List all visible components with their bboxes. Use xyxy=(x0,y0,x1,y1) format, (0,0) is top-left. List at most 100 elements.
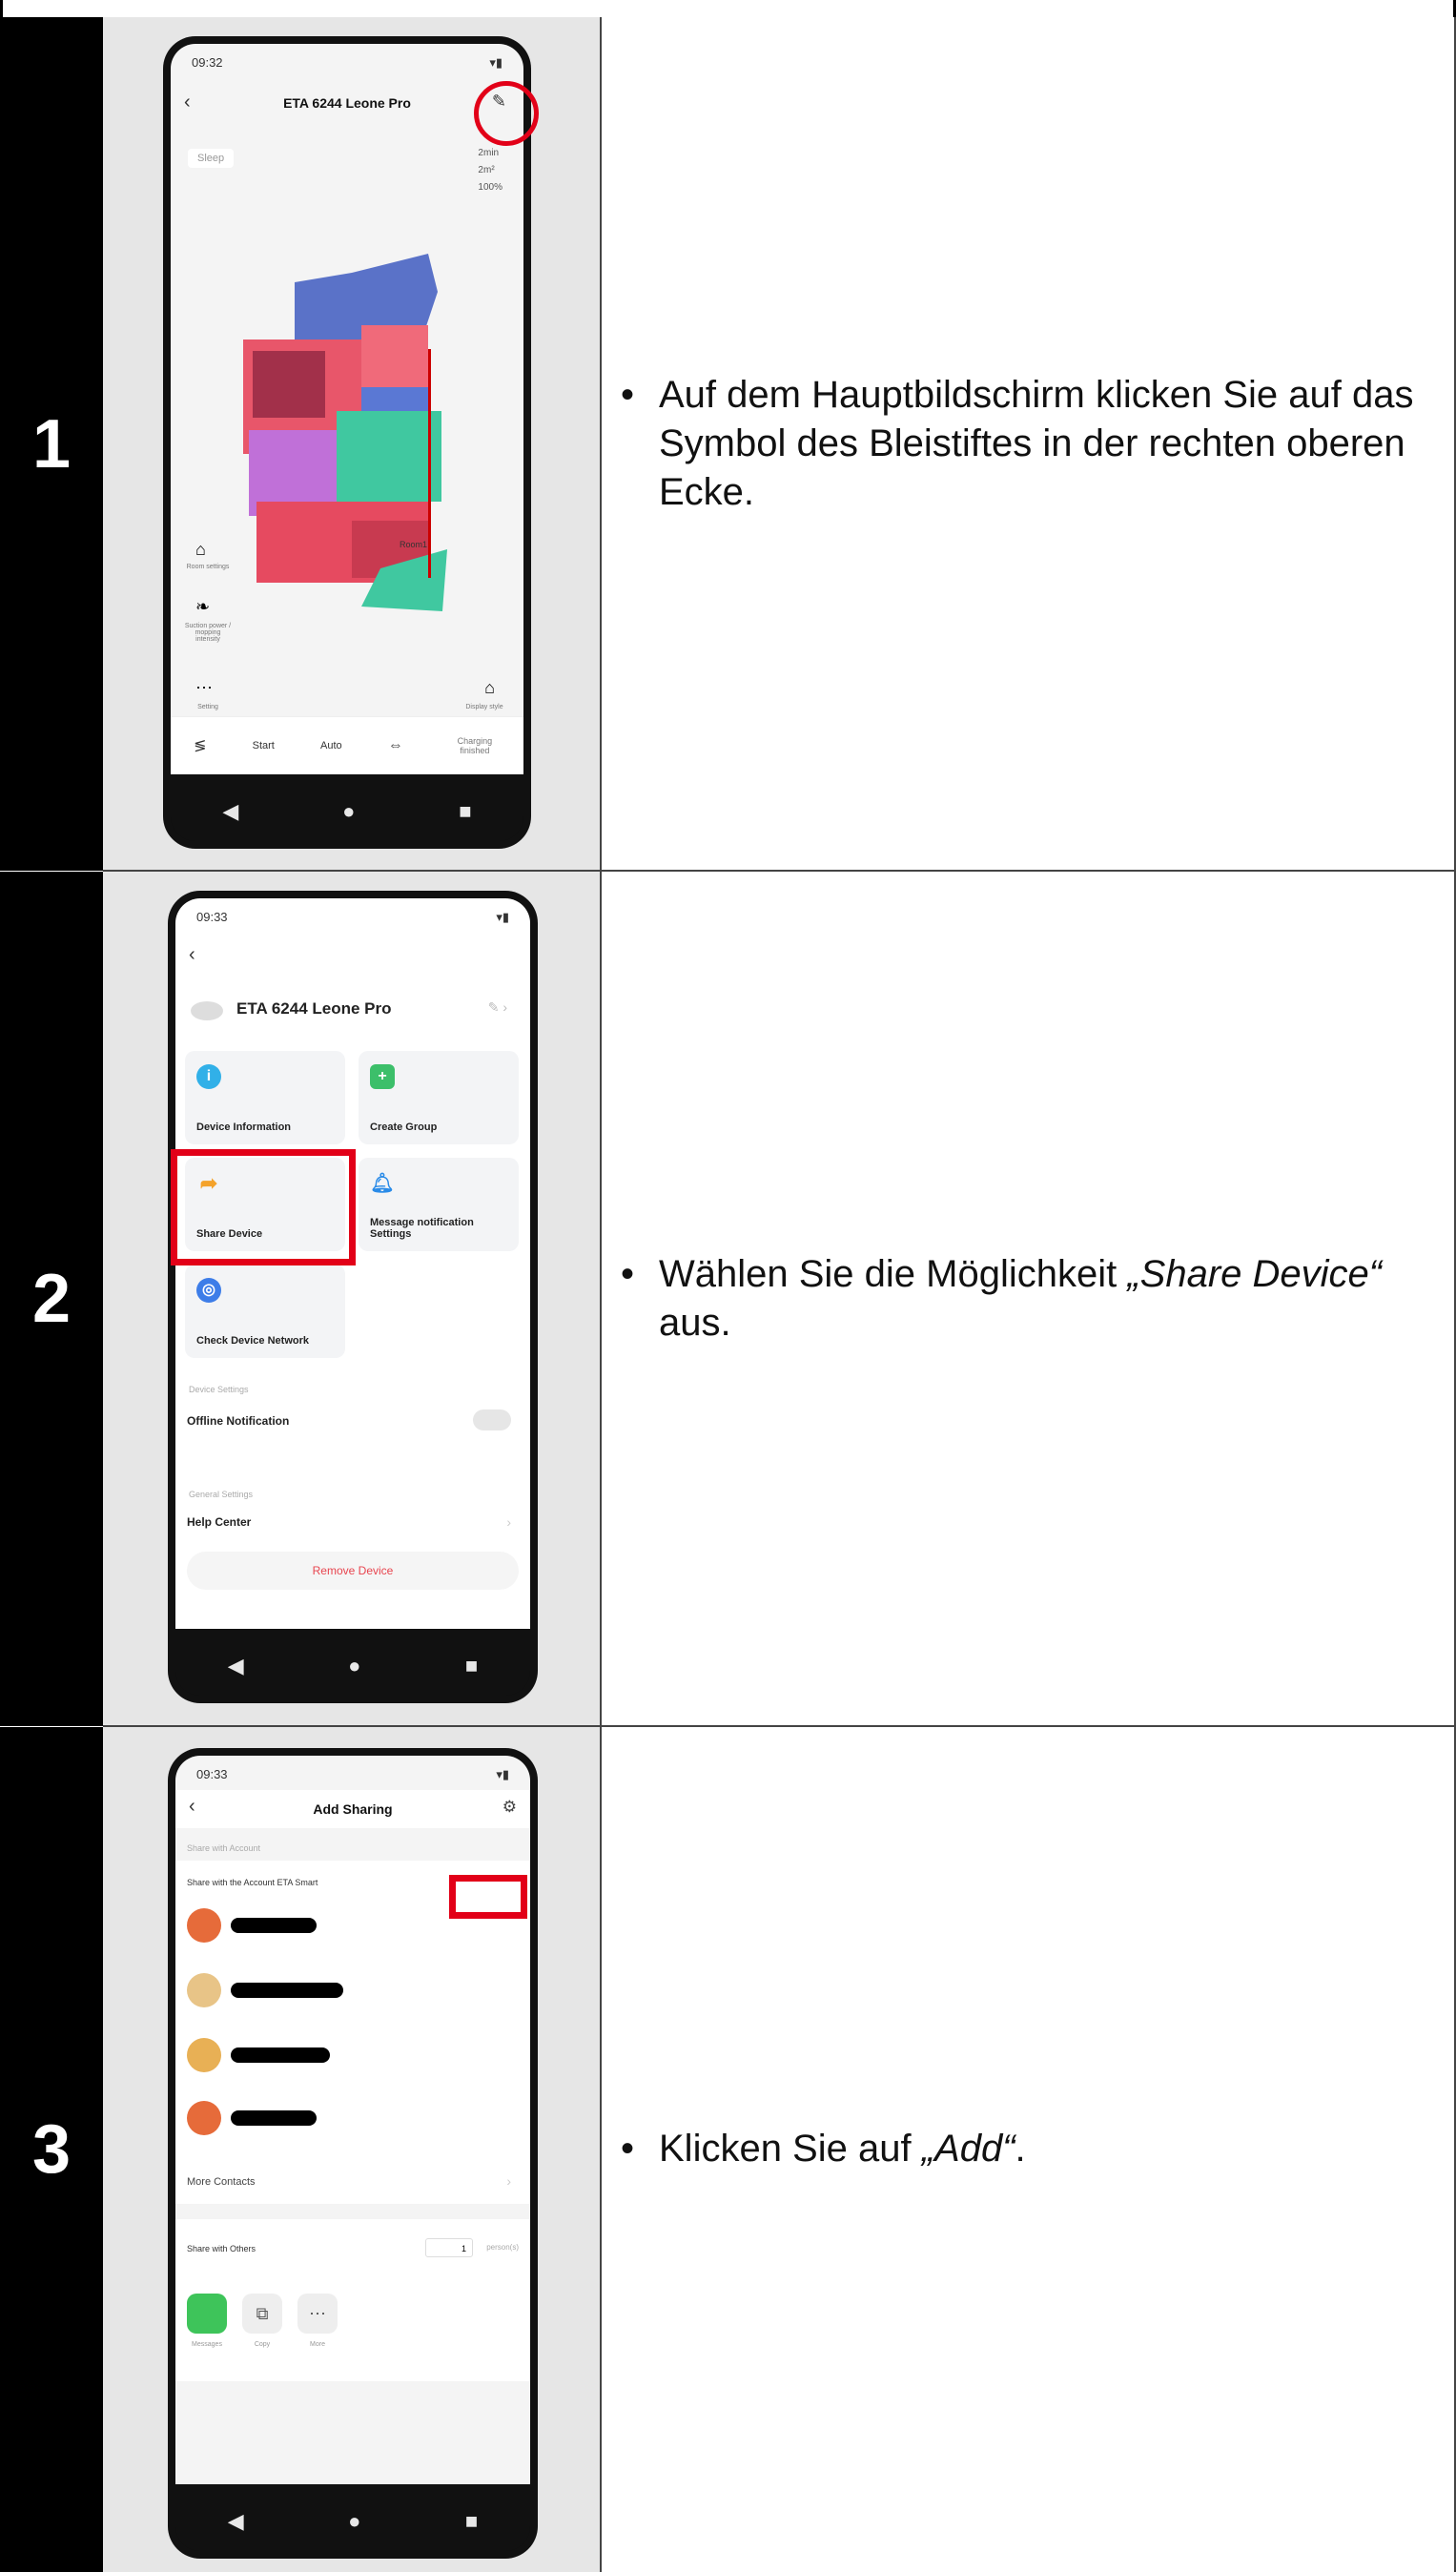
offline-notification-row[interactable]: Offline Notification xyxy=(187,1409,519,1442)
display-style-label: Display style xyxy=(465,704,503,710)
step-row-1: 1 09:32 ▾▮ ‹ ETA 6244 Leone Pro ✎ Sleep 2… xyxy=(0,17,1456,871)
settings-icon[interactable]: ⚙ xyxy=(502,1798,517,1817)
instruction: • Auf dem Hauptbildschirm klicken Sie au… xyxy=(602,371,1454,518)
info-icon: i xyxy=(196,1064,221,1089)
status-time: 09:33 xyxy=(196,1767,228,1781)
display-style-icon[interactable]: ⌂ xyxy=(484,678,495,698)
nav-home-icon[interactable]: ● xyxy=(342,799,355,824)
tile-label: Check Device Network xyxy=(196,1335,309,1347)
tile-device-information[interactable]: i Device Information xyxy=(185,1051,345,1144)
room-settings-label: Room settings xyxy=(186,564,230,570)
mode-button[interactable]: Auto xyxy=(320,740,342,751)
edit-icon[interactable]: ✎ › xyxy=(488,999,507,1016)
instruction-table: 1 09:32 ▾▮ ‹ ETA 6244 Leone Pro ✎ Sleep 2… xyxy=(0,0,1456,2572)
person-count: 1 xyxy=(461,2244,466,2253)
step-number: 3 xyxy=(31,2111,72,2188)
tile-label: Device Information xyxy=(196,1121,292,1133)
group-icon: + xyxy=(370,1064,395,1089)
screen-title: ETA 6244 Leone Pro xyxy=(283,95,411,111)
instruction: • Klicken Sie auf „Add“. xyxy=(602,2125,1047,2173)
stat-battery: 100% xyxy=(478,182,502,193)
remove-device-button[interactable]: Remove Device xyxy=(187,1552,519,1590)
offline-toggle[interactable] xyxy=(473,1409,511,1430)
wifi-battery-icon: ▾▮ xyxy=(496,910,509,924)
bullet: • xyxy=(621,373,635,416)
step-number: 1 xyxy=(31,405,72,483)
nav-home-icon[interactable]: ● xyxy=(348,1654,360,1678)
redacted-contact xyxy=(231,1983,343,1998)
screen-title: Add Sharing xyxy=(313,1801,393,1817)
charge-icon[interactable]: ⇔ xyxy=(388,737,403,754)
more-contacts-label: More Contacts xyxy=(187,2176,256,2188)
nav-recents-icon[interactable]: ■ xyxy=(465,2509,478,2534)
redacted-contact xyxy=(231,1918,317,1933)
step-number-cell: 1 xyxy=(0,17,103,871)
copy-icon[interactable]: ⧉ xyxy=(242,2294,282,2334)
bottom-control-bar: ≶ Start Auto ⇔ Charging finished xyxy=(171,716,523,774)
header: ‹ Add Sharing ⚙ xyxy=(175,1790,530,1828)
status-time: 09:32 xyxy=(192,55,223,70)
step-number-cell: 2 xyxy=(0,872,103,1726)
phone-mockup: 09:33 ▾▮ ‹ Add Sharing ⚙ Share with Accou… xyxy=(168,1748,538,2559)
back-icon[interactable]: ‹ xyxy=(189,944,195,966)
general-settings-header: General Settings xyxy=(189,1490,254,1499)
step-screenshot-cell: 09:33 ▾▮ ‹ ETA 6244 Leone Pro ✎ › i Devic… xyxy=(103,872,602,1726)
instruction-post: . xyxy=(1015,2128,1026,2171)
step-screenshot-cell: 09:33 ▾▮ ‹ Add Sharing ⚙ Share with Accou… xyxy=(103,1727,602,2572)
charge-status: Charging finished xyxy=(457,736,493,755)
device-settings-header: Device Settings xyxy=(189,1385,249,1394)
offline-label: Offline Notification xyxy=(187,1414,290,1428)
start-icon[interactable]: ≶ xyxy=(194,736,206,755)
robot-icon xyxy=(191,1001,223,1020)
step-row-2: 2 09:33 ▾▮ ‹ ETA 6244 Leone Pro ✎ › i Dev… xyxy=(0,872,1456,1726)
more-icon[interactable]: ⋯ xyxy=(297,2294,338,2334)
avatar xyxy=(187,2101,221,2135)
nav-back-icon[interactable]: ◀ xyxy=(228,1654,244,1678)
cleaning-map[interactable]: Room1 xyxy=(237,235,466,616)
tile-check-network[interactable]: ◎ Check Device Network xyxy=(185,1265,345,1358)
bullet: • xyxy=(621,1252,635,1295)
instruction-emphasis: „Share Device“ xyxy=(1127,1252,1383,1295)
suction-icon[interactable]: ❧ xyxy=(195,597,210,617)
more-label: More xyxy=(310,2341,325,2348)
wifi-battery-icon: ▾▮ xyxy=(489,55,502,70)
table-top-border xyxy=(0,0,1456,17)
map-graphic xyxy=(243,254,447,611)
chevron-right-icon: › xyxy=(506,2173,511,2189)
sleep-button[interactable]: Sleep xyxy=(188,149,235,168)
android-navbar: ◀ ● ■ xyxy=(175,1636,530,1696)
more-contacts-row[interactable]: More Contacts › xyxy=(187,2173,519,2189)
android-navbar: ◀ ● ■ xyxy=(175,2492,530,2551)
phone-mockup: 09:32 ▾▮ ‹ ETA 6244 Leone Pro ✎ Sleep 2mi… xyxy=(163,36,531,849)
network-icon: ◎ xyxy=(196,1278,221,1303)
step-text-cell: • Wählen Sie die Möglichkeit „Share Devi… xyxy=(602,872,1456,1726)
nav-recents-icon[interactable]: ■ xyxy=(459,799,471,824)
nav-back-icon[interactable]: ◀ xyxy=(228,2509,244,2534)
instruction-text: Auf dem Hauptbildschirm klicken Sie auf … xyxy=(659,373,1414,514)
suction-label: Suction power / mopping intensity xyxy=(184,623,232,643)
instruction-pre: Klicken Sie auf xyxy=(659,2128,922,2171)
tile-create-group[interactable]: + Create Group xyxy=(359,1051,519,1144)
tile-message-notification[interactable]: 🔔︎ Message notification Settings xyxy=(359,1158,519,1251)
nav-back-icon[interactable]: ◀ xyxy=(222,799,238,824)
share-with-account-header: Share with Account xyxy=(187,1843,261,1853)
device-name: ETA 6244 Leone Pro xyxy=(236,999,392,1018)
setting-icon[interactable]: ⋯ xyxy=(195,678,213,698)
help-center-row[interactable]: Help Center › xyxy=(187,1514,519,1543)
help-label: Help Center xyxy=(187,1515,252,1529)
person-count-input[interactable]: 1 xyxy=(425,2238,473,2257)
android-navbar: ◀ ● ■ xyxy=(171,782,523,841)
room-settings-icon[interactable]: ⌂ xyxy=(195,540,206,560)
messages-app-icon[interactable] xyxy=(187,2294,227,2334)
nav-home-icon[interactable]: ● xyxy=(348,2509,360,2534)
instruction-emphasis: „Add“ xyxy=(921,2128,1015,2171)
nav-recents-icon[interactable]: ■ xyxy=(465,1654,478,1678)
messages-label: Messages xyxy=(192,2341,222,2348)
step-screenshot-cell: 09:32 ▾▮ ‹ ETA 6244 Leone Pro ✎ Sleep 2mi… xyxy=(103,17,602,871)
share-with-others-label: Share with Others xyxy=(187,2244,256,2253)
start-button[interactable]: Start xyxy=(253,740,275,751)
instruction-pre: Wählen Sie die Möglichkeit xyxy=(659,1252,1128,1295)
tile-label: Create Group xyxy=(370,1121,438,1133)
step-number-cell: 3 xyxy=(0,1727,103,2572)
avatar xyxy=(187,1973,221,2007)
